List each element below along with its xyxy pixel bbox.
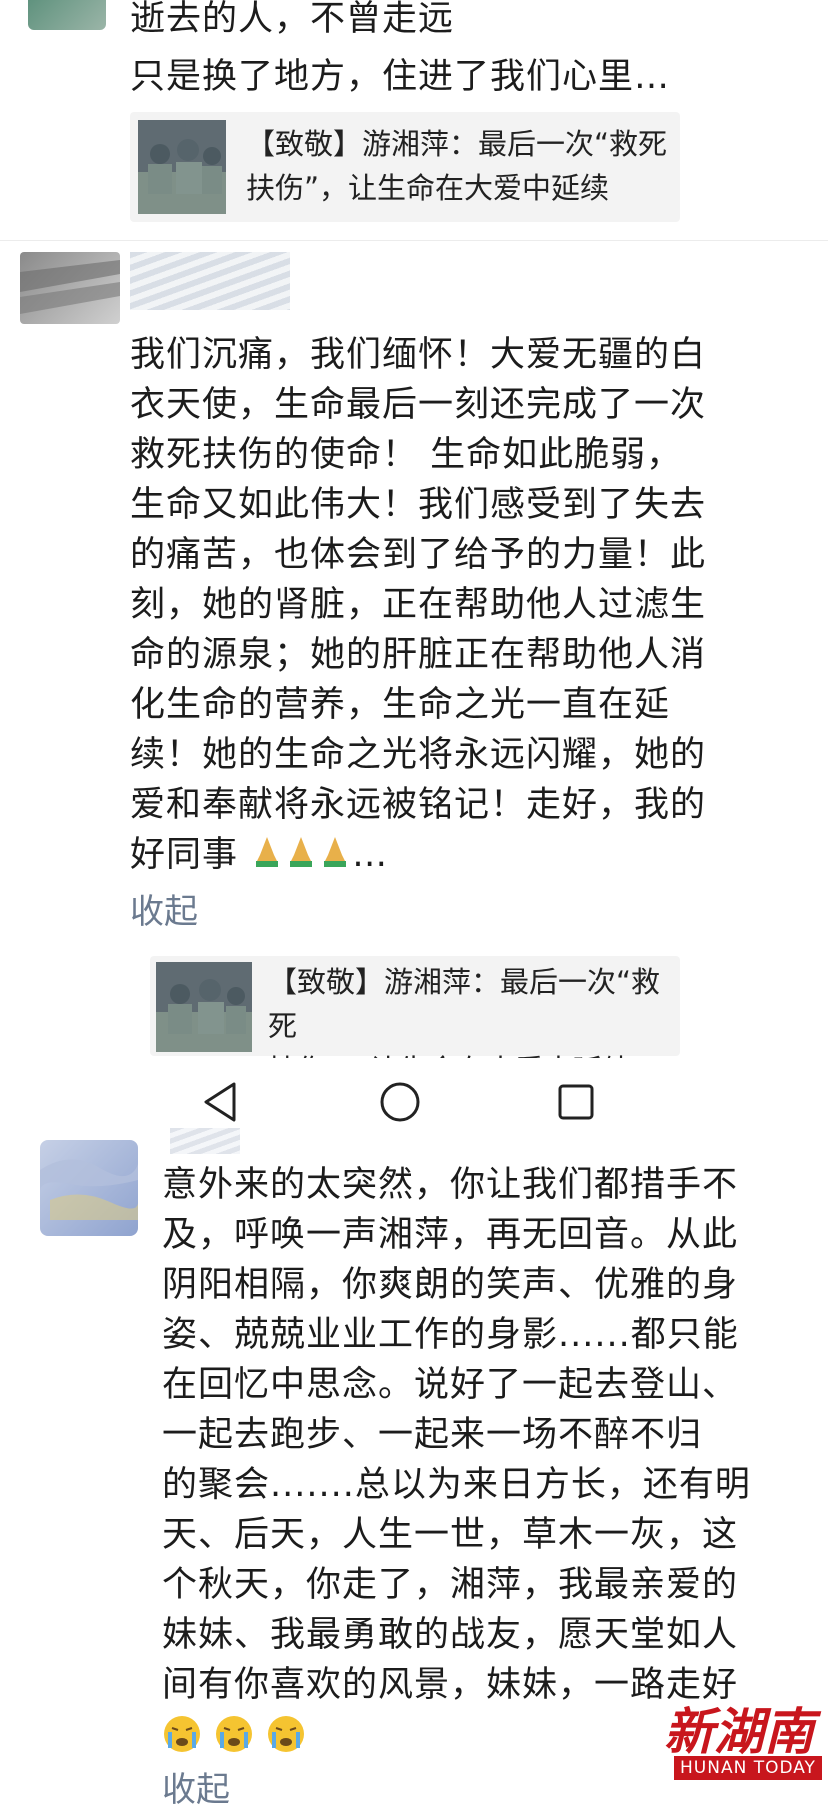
comment-line-last: 好同事 …: [130, 830, 706, 881]
comment-line: 天、后天，人生一世，草木一灰，这: [162, 1515, 739, 1555]
back-triangle-icon[interactable]: [200, 1080, 242, 1128]
comment-line: 在回忆中思念。说好了一起去登山、: [162, 1365, 739, 1405]
praying-hands-icon: [250, 831, 284, 881]
comment-text: 逝去的人，不曾走远 只是换了地方，住进了我们心里…: [130, 0, 670, 102]
avatar[interactable]: [28, 0, 106, 30]
collapse-link[interactable]: 收起: [162, 1762, 230, 1811]
avatar[interactable]: [20, 252, 120, 324]
recents-square-icon[interactable]: [556, 1082, 596, 1126]
crying-face-icon: [266, 1714, 306, 1768]
comment-text: 我们沉痛，我们缅怀！大爱无疆的白 衣天使，生命最后一刻还完成了一次 救死扶伤的使…: [130, 330, 706, 881]
card-line: 【致敬】游湘萍：最后一次“救死: [246, 127, 668, 161]
emoji-row: [162, 1714, 751, 1768]
home-circle-icon[interactable]: [378, 1080, 422, 1128]
comment-line: 生命又如此伟大！我们感受到了失去: [130, 485, 707, 525]
comment-line: 救死扶伤的使命！ 生命如此脆弱，: [130, 435, 683, 475]
comment-line: 的痛苦，也体会到了给予的力量！此: [130, 535, 707, 575]
comment-line: 刻，她的肾脏，正在帮助他人过滤生: [130, 585, 707, 625]
comment-line: 化生命的营养，生命之光一直在延: [130, 685, 671, 725]
comment-line: 姿、兢兢业业工作的身影......都只能: [162, 1315, 739, 1355]
article-thumbnail: [156, 962, 252, 1052]
comment-text: 意外来的太突然，你让我们都措手不 及，呼唤一声湘萍，再无回音。从此 阴阳相隔，你…: [162, 1160, 751, 1768]
username-redacted: [130, 252, 290, 310]
crying-face-icon: [162, 1714, 202, 1768]
comment-line: 个秋天，你走了，湘萍，我最亲爱的: [162, 1565, 739, 1605]
hunan-today-logo: 新湖南: [664, 1702, 814, 1761]
comment-line: 爱和奉献将永远被铭记！走好，我的: [130, 785, 707, 825]
scribble-mask-icon: [20, 260, 120, 314]
system-navbar: [0, 1058, 828, 1146]
praying-hands-icon: [284, 831, 318, 881]
comment-line: 及，呼唤一声湘萍，再无回音。从此: [162, 1215, 739, 1255]
comment-line: 一起去跑步、一起来一场不醉不归: [162, 1415, 703, 1455]
avatar[interactable]: [40, 1140, 138, 1236]
article-thumbnail: [138, 120, 226, 214]
card-line: 【致敬】游湘萍：最后一次“救死: [268, 965, 661, 1043]
article-link-card[interactable]: 【致敬】游湘萍：最后一次“救死 扶伤”，让生命在大爱中延续: [130, 112, 680, 222]
username-redacted: [170, 1128, 240, 1154]
comment-line: 逝去的人，不曾走远: [130, 0, 455, 39]
crying-face-icon: [214, 1714, 254, 1768]
comment-line: 只是换了地方，住进了我们心里…: [130, 57, 671, 97]
comment-line: 意外来的太突然，你让我们都措手不: [162, 1165, 739, 1205]
comment-line: 阴阳相隔，你爽朗的笑声、优雅的身: [162, 1265, 739, 1305]
comment-line: 命的源泉；她的肝脏正在帮助他人消: [130, 635, 707, 675]
card-line: 扶伤”，让生命在大爱中延续: [246, 171, 610, 205]
praying-hands-icon: [318, 831, 352, 881]
comment-line: 我们沉痛，我们缅怀！大爱无疆的白: [130, 335, 707, 375]
divider: [0, 240, 828, 241]
comment-line: 好同事: [130, 835, 239, 875]
comment-line: 衣天使，生命最后一刻还完成了一次: [130, 385, 707, 425]
ellipsis: …: [352, 835, 389, 875]
comment-line: 的聚会.......总以为来日方长，还有明: [162, 1465, 751, 1505]
hunan-today-caption: HUNAN TODAY: [674, 1756, 822, 1780]
comment-line: 间有你喜欢的风景，妹妹，一路走好: [162, 1665, 739, 1705]
collapse-link[interactable]: 收起: [130, 884, 198, 933]
comment-line: 妹妹、我最勇敢的战友，愿天堂如人: [162, 1615, 739, 1655]
scribble-mask-icon: [40, 1159, 138, 1220]
comment-line: 续！她的生命之光将永远闪耀，她的: [130, 735, 707, 775]
article-link-card[interactable]: 【致敬】游湘萍：最后一次“救死 扶伤”，让生命在大爱中延续: [150, 956, 680, 1087]
card-title: 【致敬】游湘萍：最后一次“救死 扶伤”，让生命在大爱中延续: [246, 122, 667, 210]
